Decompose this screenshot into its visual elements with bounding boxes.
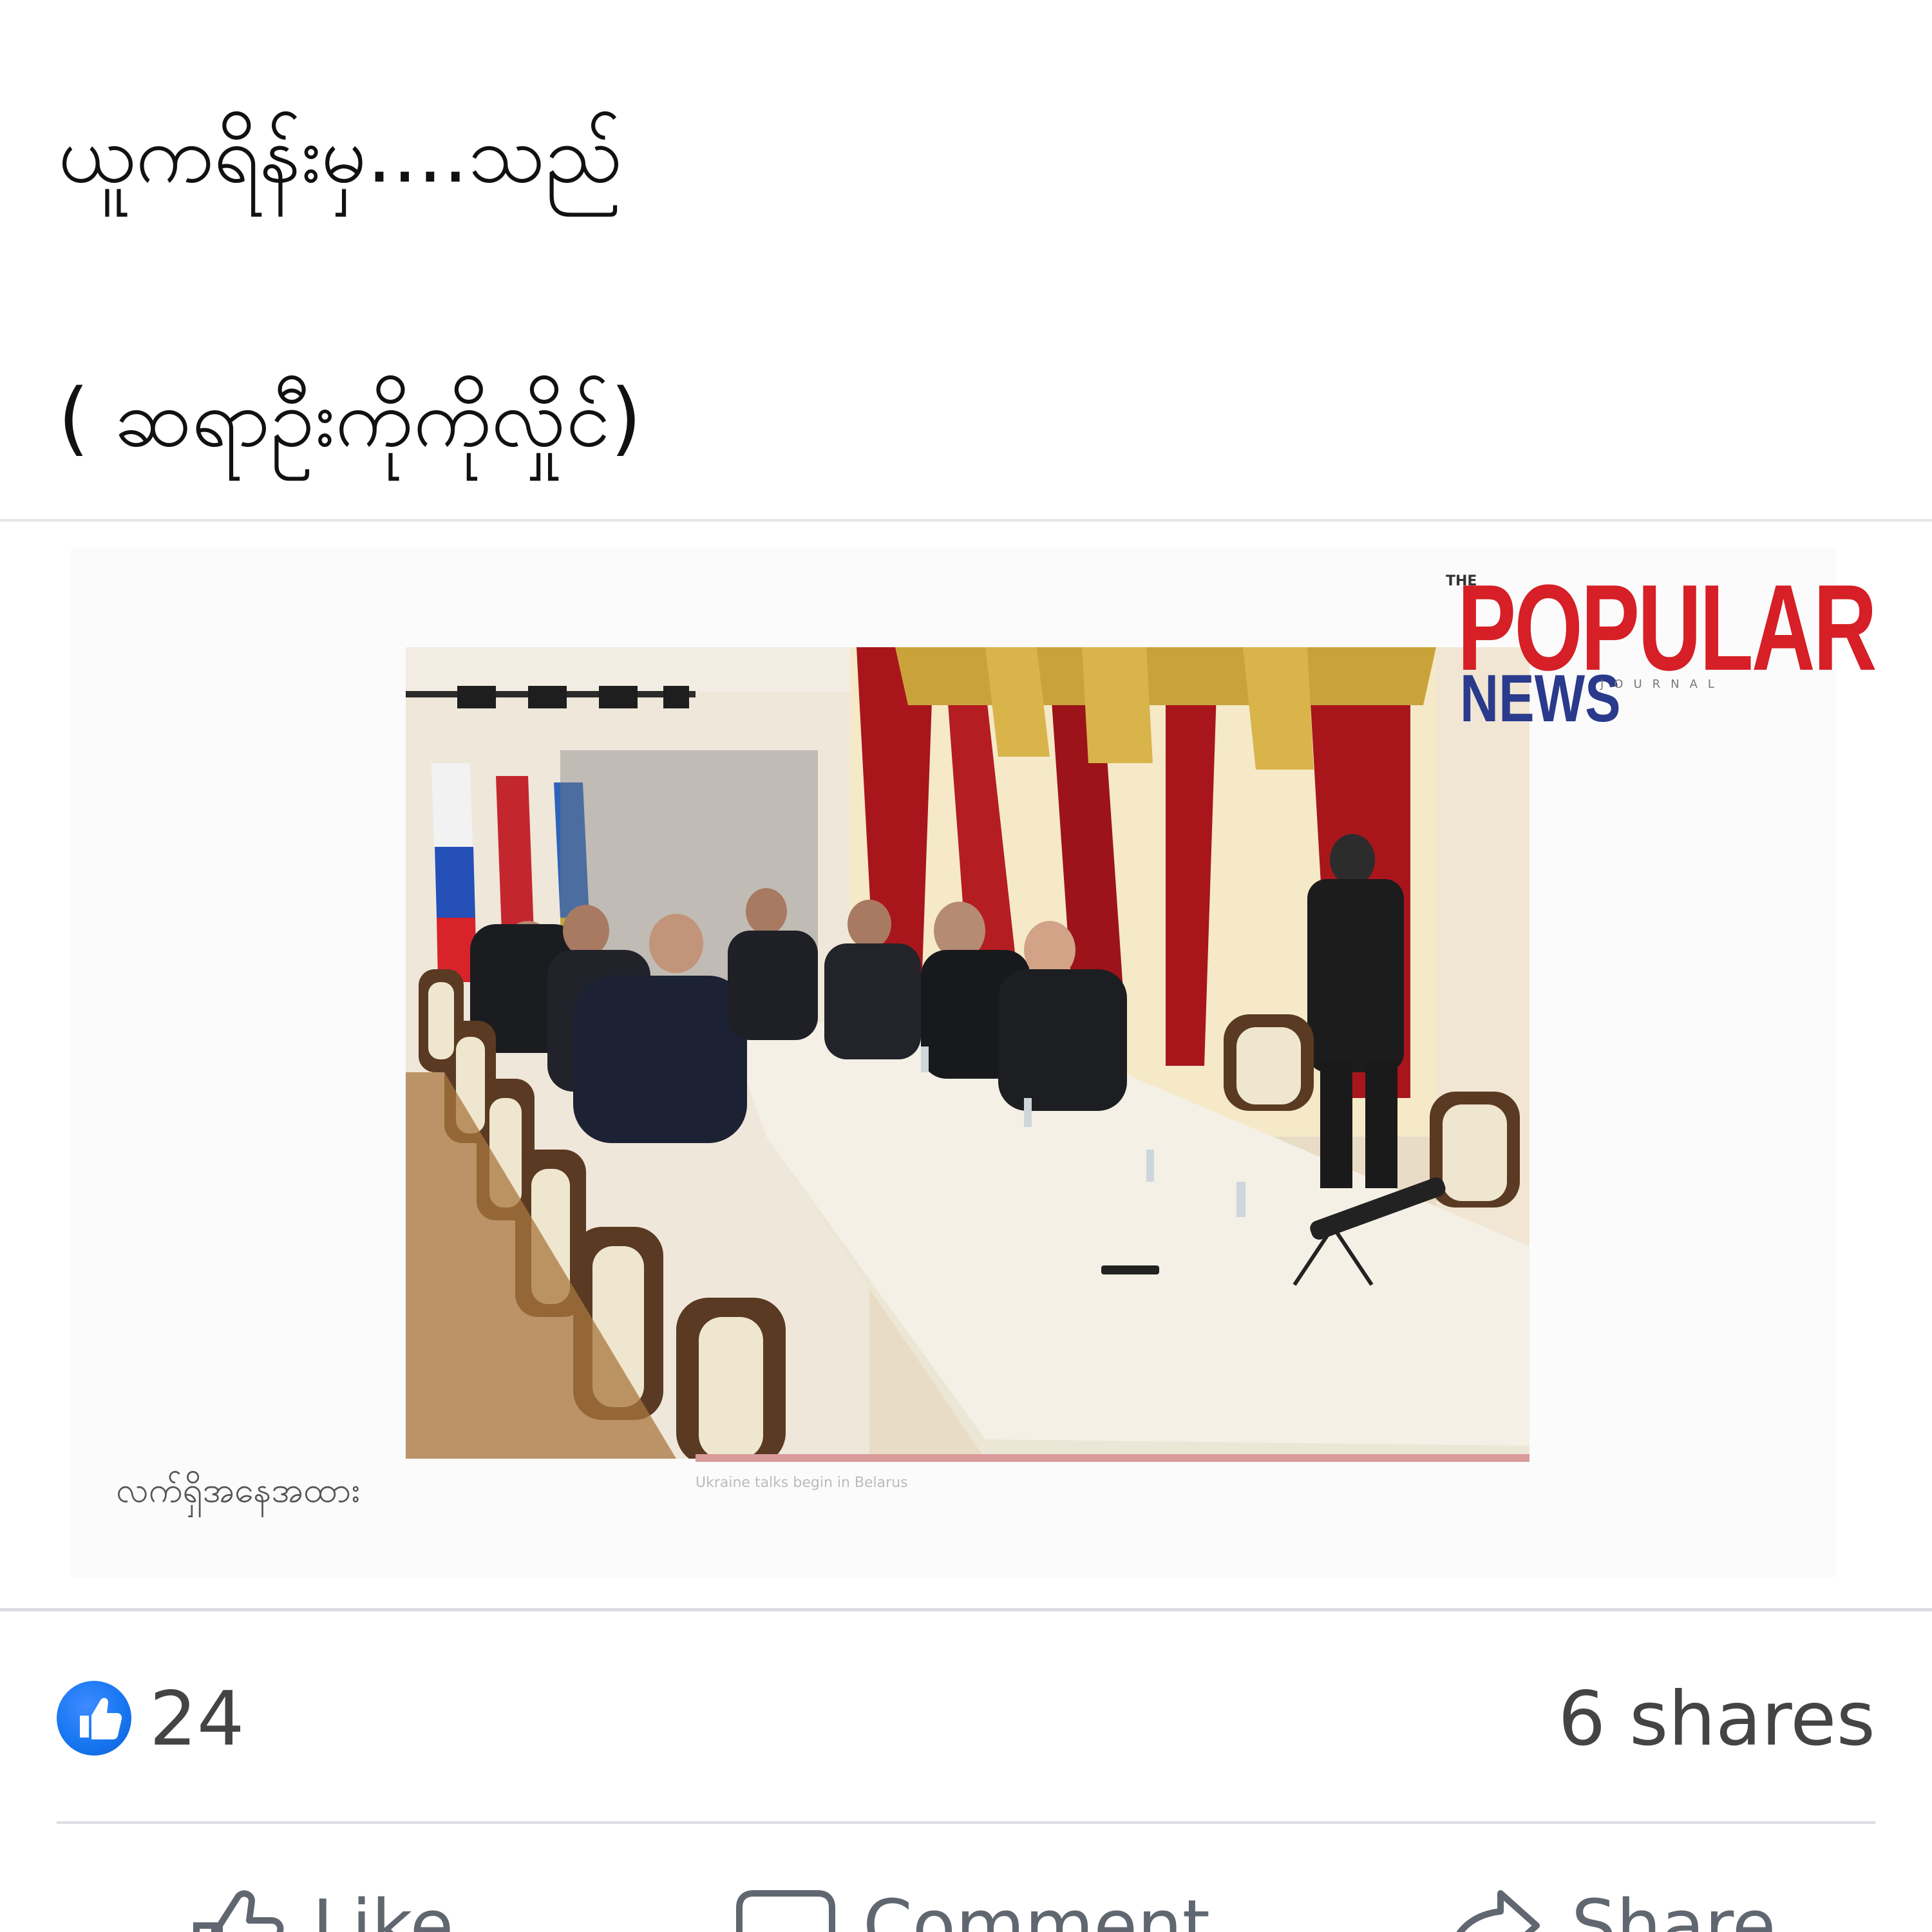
share-button[interactable]: Share [1443, 1880, 1829, 1932]
logo-news: NEWS [1460, 661, 1621, 736]
post-text-line-1: ယူကရိန်းမှ....သည် [58, 108, 623, 201]
share-icon [1456, 1890, 1540, 1932]
share-label: Share [1571, 1884, 1776, 1932]
comment-label: Comment [863, 1884, 1210, 1932]
logo-journal: JOURNAL [1600, 677, 1725, 691]
share-count[interactable]: 6 shares [1558, 1674, 1875, 1765]
divider [57, 1821, 1875, 1824]
thumbs-up-icon [193, 1890, 284, 1932]
caption-english: Ukraine talks begin in Belarus [696, 1475, 908, 1491]
like-button[interactable]: Like [184, 1880, 506, 1932]
meeting-photo[interactable] [406, 647, 1530, 1459]
comment-button[interactable]: Comment [734, 1880, 1249, 1932]
comment-icon [736, 1890, 835, 1932]
like-label: Like [312, 1884, 454, 1932]
shared-media[interactable]: လက်ရှိအနေအထား Ukraine talks begin in Bel… [0, 522, 1932, 1609]
action-bar: Like Comment Share [0, 1842, 1932, 1932]
like-count[interactable]: 24 [149, 1674, 245, 1765]
reaction-summary: 24 6 shares [0, 1649, 1932, 1790]
divider [0, 1608, 1932, 1611]
facebook-post: ယူကရိန်းမှ....သည် ( ဆရာဦးကိုကိုလှိုင်) လ… [0, 0, 1932, 1932]
like-badge-icon[interactable] [57, 1681, 131, 1756]
post-text-line-2: ( ဆရာဦးကိုကိုလှိုင်) [58, 372, 642, 465]
caption-underline [696, 1454, 1530, 1462]
popular-news-logo: THE POPULAR NEWS JOURNAL [1446, 567, 1909, 734]
media-frame: လက်ရှိအနေအထား Ukraine talks begin in Bel… [71, 547, 1877, 1578]
caption-burmese: လက်ရှိအနေအထား [116, 1470, 361, 1510]
